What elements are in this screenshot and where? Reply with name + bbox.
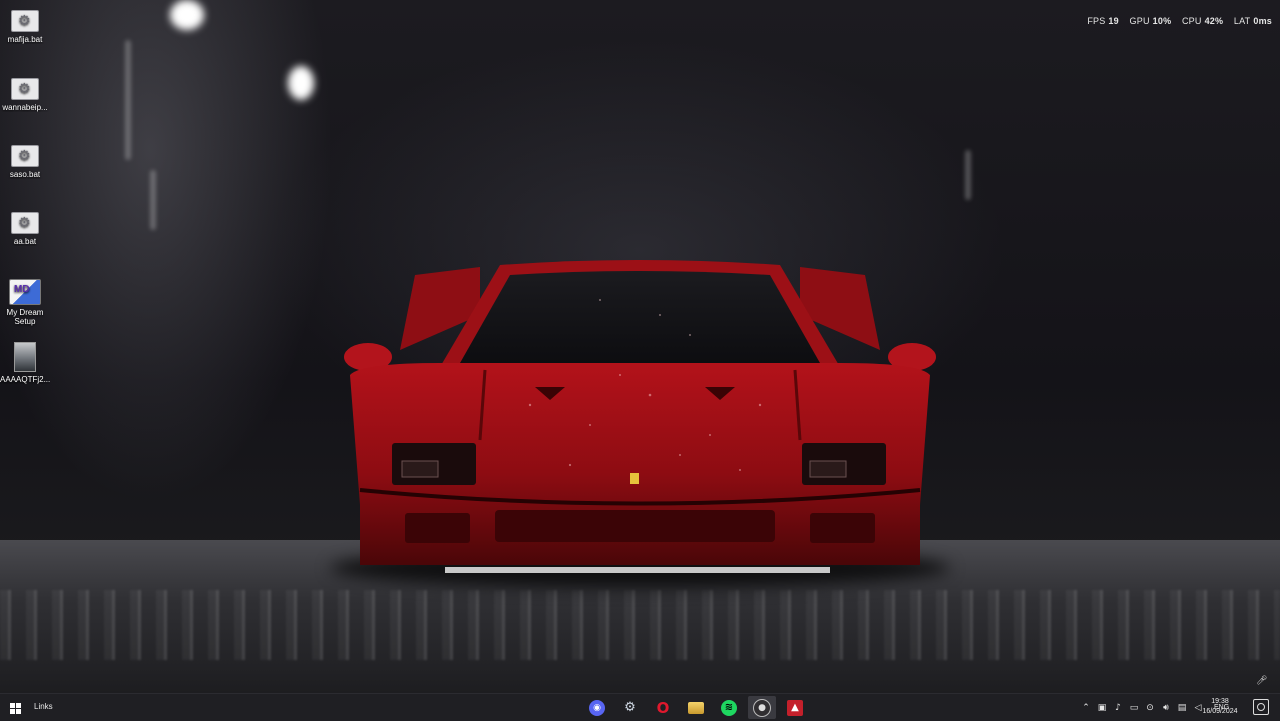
fps-label: FPS — [1087, 16, 1106, 26]
show-hidden-icons-chevron-icon[interactable]: ⌃ — [1080, 703, 1092, 713]
setup-app-icon — [9, 279, 41, 305]
spotify-icon: ≋ — [721, 699, 737, 716]
desktop-icon-label: wannabeip... — [2, 103, 48, 112]
network-icon[interactable]: ▤ — [1176, 703, 1188, 713]
red-sports-car — [344, 260, 936, 573]
notification-center-icon[interactable] — [1253, 699, 1269, 715]
lat-value: 0ms — [1253, 16, 1272, 26]
obs-icon: ● — [753, 698, 771, 717]
street-lamp — [170, 0, 204, 30]
desktop-icon-image-file[interactable]: AAAAQTFj2... — [0, 342, 50, 384]
light-streak — [965, 150, 971, 200]
batch-file-icon — [11, 78, 39, 100]
batch-file-icon — [11, 145, 39, 167]
gpu-label: GPU — [1129, 16, 1150, 26]
cpu-value: 42% — [1204, 16, 1224, 26]
taskbar-app-red[interactable]: ▲ — [781, 696, 809, 719]
start-button[interactable] — [5, 698, 25, 718]
performance-overlay: FPS 19 GPU 10% CPU 42% LAT 0ms — [1087, 16, 1272, 26]
street-lamp — [288, 66, 314, 100]
desktop-wallpaper — [0, 0, 1280, 693]
taskbar-app-file-explorer[interactable] — [682, 696, 710, 719]
lat-label: LAT — [1233, 16, 1251, 26]
batch-file-icon — [11, 212, 39, 234]
app-red-icon: ▲ — [787, 699, 803, 716]
gpu-value: 10% — [1152, 16, 1172, 26]
desktop-icon-label: aa.bat — [13, 237, 37, 246]
desktop-icon-label: My Dream Setup — [6, 308, 44, 326]
taskbar-pinned-apps: ◉ ⚙ O ≋ ● ▲ — [583, 696, 809, 719]
device-icon[interactable]: ▣ — [1096, 703, 1108, 713]
fps-value: 19 — [1108, 16, 1119, 26]
clock-time: 19:38 — [1211, 698, 1229, 705]
links-toolbar[interactable]: Links — [34, 702, 53, 711]
opera-icon: O — [656, 698, 670, 717]
cpu-label: CPU — [1181, 16, 1202, 26]
taskbar-app-opera[interactable]: O — [649, 696, 677, 719]
file-explorer-icon — [688, 701, 704, 714]
desktop-icon-saso[interactable]: saso.bat — [0, 145, 50, 179]
steam-icon: ⚙ — [624, 700, 636, 715]
taskbar-app-obs[interactable]: ● — [748, 696, 776, 719]
microphone-tray-icon[interactable]: ♪ — [1112, 703, 1124, 713]
capture-icon[interactable]: ⊙ — [1144, 703, 1156, 713]
taskbar-app-steam[interactable]: ⚙ — [616, 696, 644, 719]
road-reflection — [0, 590, 1280, 660]
light-streak — [150, 170, 156, 230]
windows-logo-icon — [9, 702, 21, 714]
image-file-icon — [14, 342, 36, 372]
desktop-icon-aa[interactable]: aa.bat — [0, 212, 50, 246]
desktop-icon-label: mafija.bat — [7, 35, 43, 44]
clock-date: 16/09/2024 — [1202, 708, 1238, 715]
desktop-icon-mafija[interactable]: mafija.bat — [0, 10, 50, 44]
desktop-icon-wannabeip[interactable]: wannabeip... — [0, 78, 50, 112]
volume-icon[interactable]: 🔊︎ — [1160, 703, 1172, 713]
discord-icon: ◉ — [589, 699, 605, 716]
desktop-icon-label: saso.bat — [9, 170, 41, 179]
taskbar: Links ◉ ⚙ O ≋ ● ▲ ⌃ ▣ ♪ ▭ ⊙ 🔊︎ ▤ ◁ ENG 1… — [0, 693, 1280, 721]
system-clock[interactable]: 19:38 16/09/2024 — [1196, 697, 1244, 717]
taskbar-app-discord[interactable]: ◉ — [583, 696, 611, 719]
light-streak — [125, 40, 131, 160]
taskbar-app-spotify[interactable]: ≋ — [715, 696, 743, 719]
desktop-icon-my-dream-setup[interactable]: My Dream Setup — [0, 279, 50, 326]
desktop-icon-label: AAAAQTFj2... — [0, 375, 50, 384]
batch-file-icon — [11, 10, 39, 32]
display-icon[interactable]: ▭ — [1128, 703, 1140, 713]
microphone-icon[interactable]: 🎤︎ — [1256, 676, 1267, 688]
